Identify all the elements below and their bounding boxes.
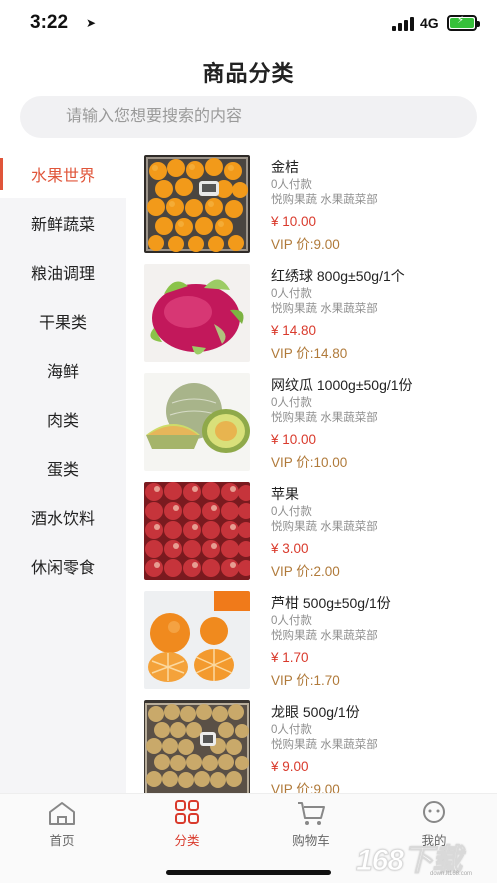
- sidebar-item-label: 酒水饮料: [30, 511, 95, 528]
- product-shop: 悦购果蔬 水果蔬菜部: [271, 194, 378, 206]
- product-sold-count: 0人付款: [271, 615, 312, 627]
- sidebar-item-snacks[interactable]: 休闲零食: [0, 542, 126, 590]
- product-shop: 悦购果蔬 水果蔬菜部: [271, 521, 378, 533]
- melon-image: [144, 373, 250, 471]
- product-item[interactable]: 红绣球 800g±50g/1个 0人付款 悦购果蔬 水果蔬菜部 ¥ 14.80 …: [126, 259, 497, 368]
- product-sold-count: 0人付款: [271, 179, 312, 191]
- sidebar-item-label: 干果类: [38, 315, 87, 332]
- tangerine-image: [144, 591, 250, 689]
- category-sidebar: 水果世界 新鲜蔬菜 粮油调理 干果类 海鲜 肉类 蛋类 酒水饮料 休闲零食: [0, 150, 126, 793]
- sidebar-item-label: 肉类: [46, 413, 79, 430]
- product-sold-count: 0人付款: [271, 724, 312, 736]
- product-name: 金桔: [271, 159, 299, 175]
- product-shop: 悦购果蔬 水果蔬菜部: [271, 412, 378, 424]
- status-bar: 3:22 ➤ 4G: [0, 0, 497, 48]
- watermark-url: down.lt168.com: [430, 871, 473, 877]
- tab-category[interactable]: 分类: [142, 800, 232, 849]
- sidebar-item-label: 蛋类: [46, 462, 79, 479]
- product-vip-price: VIP 价:1.70: [271, 673, 340, 688]
- product-name: 龙眼 500g/1份: [271, 704, 360, 720]
- product-vip-price: VIP 价:9.00: [271, 237, 340, 252]
- location-arrow-icon: ➤: [86, 16, 97, 30]
- home-icon: [47, 800, 77, 826]
- product-sold-count: 0人付款: [271, 288, 312, 300]
- kumquat-image: [144, 155, 250, 253]
- sidebar-item-label: 水果世界: [30, 168, 95, 185]
- dragon-fruit-image: [144, 264, 250, 362]
- product-price: ¥ 10.00: [271, 432, 317, 447]
- product-item[interactable]: 网纹瓜 1000g±50g/1份 0人付款 悦购果蔬 水果蔬菜部 ¥ 10.00…: [126, 368, 497, 477]
- sidebar-item-label: 海鲜: [46, 364, 79, 381]
- page-title: 商品分类: [202, 61, 295, 86]
- product-vip-price: VIP 价:14.80: [271, 346, 348, 361]
- sidebar-item-label: 粮油调理: [30, 266, 95, 283]
- search-input[interactable]: [20, 96, 477, 138]
- product-shop: 悦购果蔬 水果蔬菜部: [271, 303, 378, 315]
- home-indicator[interactable]: [166, 870, 331, 875]
- product-vip-price: VIP 价:2.00: [271, 564, 340, 579]
- product-shop: 悦购果蔬 水果蔬菜部: [271, 630, 378, 642]
- tab-home[interactable]: 首页: [17, 800, 107, 849]
- sidebar-item-label: 休闲零食: [30, 560, 95, 577]
- tab-cart[interactable]: 购物车: [266, 800, 356, 849]
- product-list: 金桔 0人付款 悦购果蔬 水果蔬菜部 ¥ 10.00 VIP 价:9.00 红绣…: [126, 150, 497, 793]
- sidebar-item-grain-oil[interactable]: 粮油调理: [0, 248, 126, 296]
- sidebar-item-fruit-world[interactable]: 水果世界: [0, 150, 126, 198]
- sidebar-item-eggs[interactable]: 蛋类: [0, 444, 126, 492]
- product-price: ¥ 3.00: [271, 541, 309, 556]
- cart-icon: [296, 800, 326, 826]
- product-shop: 悦购果蔬 水果蔬菜部: [271, 739, 378, 751]
- sidebar-item-meat[interactable]: 肉类: [0, 395, 126, 443]
- product-item[interactable]: 芦柑 500g±50g/1份 0人付款 悦购果蔬 水果蔬菜部 ¥ 1.70 VI…: [126, 586, 497, 695]
- product-price: ¥ 9.00: [271, 759, 309, 774]
- product-item[interactable]: 金桔 0人付款 悦购果蔬 水果蔬菜部 ¥ 10.00 VIP 价:9.00: [126, 150, 497, 259]
- product-name: 芦柑 500g±50g/1份: [271, 595, 391, 611]
- product-sold-count: 0人付款: [271, 397, 312, 409]
- tab-label: 购物车: [292, 834, 330, 848]
- product-sold-count: 0人付款: [271, 506, 312, 518]
- profile-icon: [419, 800, 449, 826]
- battery-icon: [447, 15, 480, 31]
- product-price: ¥ 14.80: [271, 323, 317, 338]
- product-name: 苹果: [271, 486, 299, 502]
- product-item[interactable]: 苹果 0人付款 悦购果蔬 水果蔬菜部 ¥ 3.00 VIP 价:2.00: [126, 477, 497, 586]
- status-time: 3:22: [30, 12, 69, 33]
- signal-icon: [392, 17, 414, 31]
- tab-label: 分类: [174, 834, 200, 848]
- sidebar-item-dried-fruit[interactable]: 干果类: [0, 297, 126, 345]
- product-vip-price: VIP 价:9.00: [271, 782, 340, 793]
- product-name: 网纹瓜 1000g±50g/1份: [271, 377, 413, 393]
- sidebar-item-label: 新鲜蔬菜: [30, 217, 95, 234]
- product-item[interactable]: 龙眼 500g/1份 0人付款 悦购果蔬 水果蔬菜部 ¥ 9.00 VIP 价:…: [126, 695, 497, 793]
- apple-image: [144, 482, 250, 580]
- product-price: ¥ 1.70: [271, 650, 309, 665]
- sidebar-item-seafood[interactable]: 海鲜: [0, 346, 126, 394]
- product-vip-price: VIP 价:10.00: [271, 455, 348, 470]
- product-price: ¥ 10.00: [271, 214, 317, 229]
- sidebar-item-fresh-vegetables[interactable]: 新鲜蔬菜: [0, 199, 126, 247]
- sidebar-item-drinks[interactable]: 酒水饮料: [0, 493, 126, 541]
- product-name: 红绣球 800g±50g/1个: [271, 268, 405, 284]
- watermark-logo: 168下载 down.lt168.com: [355, 835, 492, 879]
- tab-label: 首页: [49, 834, 75, 848]
- category-grid-icon: [172, 800, 202, 826]
- longan-image: [144, 700, 250, 793]
- network-type: 4G: [420, 15, 439, 31]
